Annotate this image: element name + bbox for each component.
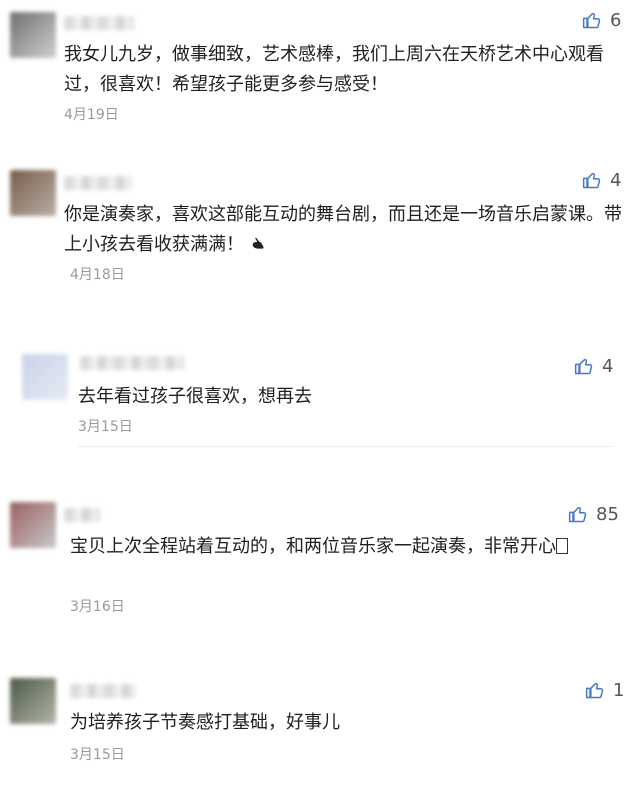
avatar[interactable] [10, 678, 56, 724]
avatar[interactable] [22, 354, 68, 400]
like-count: 85 [596, 503, 619, 525]
avatar[interactable] [10, 170, 56, 216]
thumbs-up-icon [585, 682, 604, 699]
thumbs-up-icon [568, 506, 587, 523]
comment-text: 去年看过孩子很喜欢，想再去 [78, 386, 312, 407]
comment-date: 3月16日 [70, 599, 125, 615]
comment-date: 4月19日 [64, 107, 119, 123]
user-name[interactable] [70, 684, 136, 698]
like-button[interactable]: 1 [585, 678, 624, 702]
thumbs-up-icon [582, 12, 601, 29]
comment-text: 为培养孩子节奏感打基础，好事儿 [70, 712, 340, 733]
comment-text: 你是演奏家，喜欢这部能互动的舞台剧，而且还是一场音乐启蒙课。带上小孩去看收获满满… [64, 204, 622, 255]
like-count: 4 [602, 355, 614, 377]
comment-date: 4月18日 [70, 267, 125, 283]
avatar[interactable] [10, 12, 56, 58]
comment-text-wrap: 宝贝上次全程站着互动的，和两位音乐家一起演奏，非常开心 [70, 532, 635, 562]
like-count: 4 [610, 169, 622, 191]
like-button[interactable]: 85 [568, 502, 619, 526]
missing-glyph-box [556, 538, 568, 554]
like-button[interactable]: 6 [582, 8, 621, 32]
pointing-hand-icon [252, 237, 264, 249]
comment-date: 3月15日 [78, 419, 133, 435]
thumbs-up-icon [574, 358, 593, 375]
comment-text: 宝贝上次全程站着互动的，和两位音乐家一起演奏，非常开心 [70, 536, 556, 557]
like-button[interactable]: 4 [574, 354, 613, 378]
user-name[interactable] [80, 356, 184, 370]
divider [78, 446, 612, 447]
user-name[interactable] [64, 16, 134, 30]
comment-text-wrap: 你是演奏家，喜欢这部能互动的舞台剧，而且还是一场音乐启蒙课。带上小孩去看收获满满… [64, 200, 634, 260]
user-name[interactable] [64, 176, 132, 190]
comment-date: 3月15日 [70, 747, 125, 763]
like-count: 6 [610, 9, 622, 31]
comment-text: 我女儿九岁，做事细致，艺术感棒，我们上周六在天桥艺术中心观看过，很喜欢！希望孩子… [64, 44, 604, 95]
avatar[interactable] [10, 502, 56, 548]
user-name[interactable] [64, 508, 100, 522]
thumbs-up-icon [582, 172, 601, 189]
like-count: 1 [613, 679, 625, 701]
like-button[interactable]: 4 [582, 168, 621, 192]
